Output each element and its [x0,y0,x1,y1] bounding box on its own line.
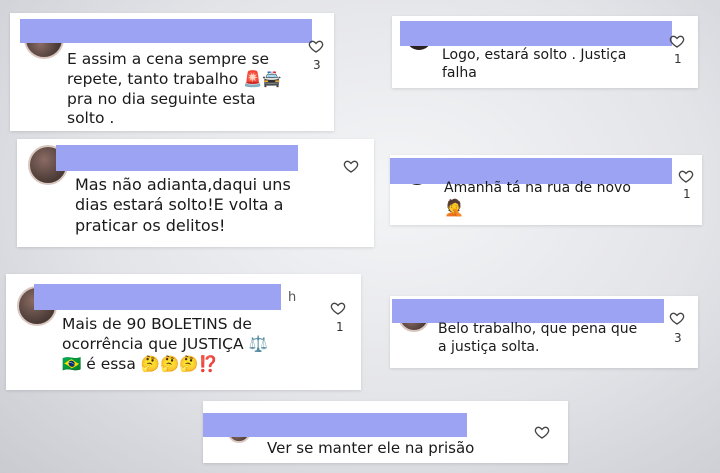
redacted-username [34,284,281,310]
like-heart-icon[interactable] [308,38,324,54]
redacted-username [56,145,298,171]
like-heart-icon[interactable] [669,310,685,326]
like-heart-icon[interactable] [678,168,694,184]
comment-card: h Mais de 90 BOLETINS de ocorrência que … [6,274,361,390]
like-count: 1 [683,187,691,201]
like-count: 1 [336,320,344,334]
facepalm-emoji: 🤦 [444,197,464,217]
like-heart-icon[interactable] [669,33,685,49]
like-heart-icon[interactable] [534,424,550,440]
comment-card: Amanhã tá na rua de novo 🤦 1 [390,155,702,225]
comment-text: Mais de 90 BOLETINS de ocorrência que JU… [62,315,268,373]
comment-card: Ver se manter ele na prisão [203,401,568,463]
comment-card: Logo, estará solto . Justiça falha 1 [392,16,698,88]
comment-card: Belo trabalho, que pena que a justiça so… [390,296,698,368]
redacted-username [20,19,312,43]
like-count: 1 [674,52,682,66]
comment-card: Mas não adianta,daqui uns dias estará so… [17,139,374,247]
comment-text: Mas não adianta,daqui uns dias estará so… [75,175,291,235]
like-count: 3 [313,58,321,72]
comment-text: Logo, estará solto . Justiça falha [442,47,627,81]
comment-text: E assim a cena sempre se repete, tanto t… [67,50,282,128]
timestamp: h [288,290,297,305]
like-count: 3 [674,331,682,345]
comment-card: E assim a cena sempre se repete, tanto t… [10,13,334,131]
like-heart-icon[interactable] [330,300,346,316]
redacted-username [400,21,672,46]
redacted-username [203,413,467,437]
redacted-username [392,299,664,323]
comment-text: Belo trabalho, que pena que a justiça so… [438,321,638,355]
comment-text: Ver se manter ele na prisão [267,439,475,457]
like-heart-icon[interactable] [343,158,359,174]
comment-text: Amanhã tá na rua de novo 🤦 [444,180,631,217]
